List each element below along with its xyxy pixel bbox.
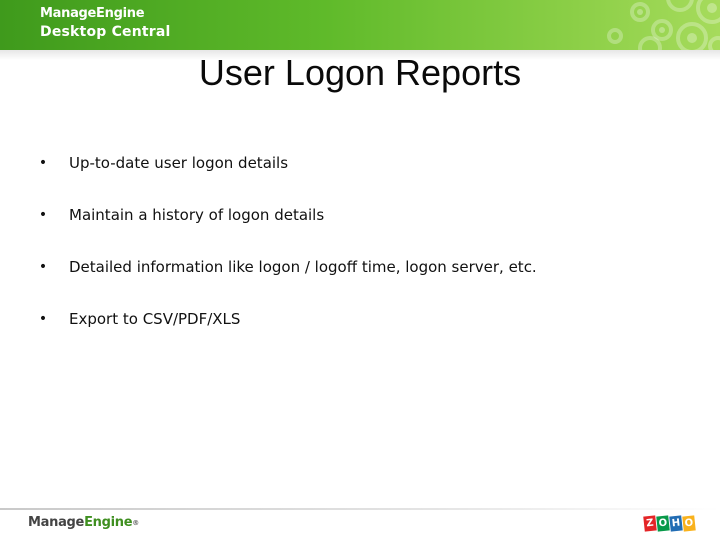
manageengine-logo: ManageEngine Desktop Central (40, 7, 171, 39)
bullet-list: • Up-to-date user logon details • Mainta… (36, 150, 686, 358)
logo-product-text: Desktop Central (40, 24, 171, 40)
zoho-letter: O (656, 515, 670, 532)
bullet-dot-icon: • (38, 311, 48, 327)
zoho-letter: Z (643, 515, 657, 532)
bullet-text: Detailed information like logon / logoff… (69, 258, 537, 276)
bullet-item: • Up-to-date user logon details (36, 150, 686, 202)
bullet-item: • Detailed information like logon / logo… (36, 254, 686, 306)
decorative-circles-icon (607, 0, 720, 50)
footer-logo-part2: Engine (84, 515, 133, 530)
registered-mark: ® (132, 519, 139, 527)
bullet-dot-icon: • (38, 259, 48, 275)
bullet-dot-icon: • (38, 207, 48, 223)
footer-manageengine-logo: ManageEngine® (28, 513, 139, 533)
zoho-letter: O (682, 515, 696, 532)
bullet-text: Maintain a history of logon details (69, 206, 325, 224)
bullet-item: • Export to CSV/PDF/XLS (36, 306, 686, 358)
bullet-item: • Maintain a history of logon details (36, 202, 686, 254)
zoho-letter: H (669, 515, 683, 532)
logo-brand-text: ManageEngine (40, 6, 145, 21)
zoho-logo: Z O H O (643, 515, 696, 532)
bullet-dot-icon: • (38, 155, 48, 171)
bullet-text: Up-to-date user logon details (69, 154, 289, 172)
slide-title: User Logon Reports (198, 52, 522, 93)
bullet-text: Export to CSV/PDF/XLS (69, 310, 241, 328)
footer-divider (0, 508, 720, 510)
footer-logo-part1: Manage (28, 515, 85, 530)
